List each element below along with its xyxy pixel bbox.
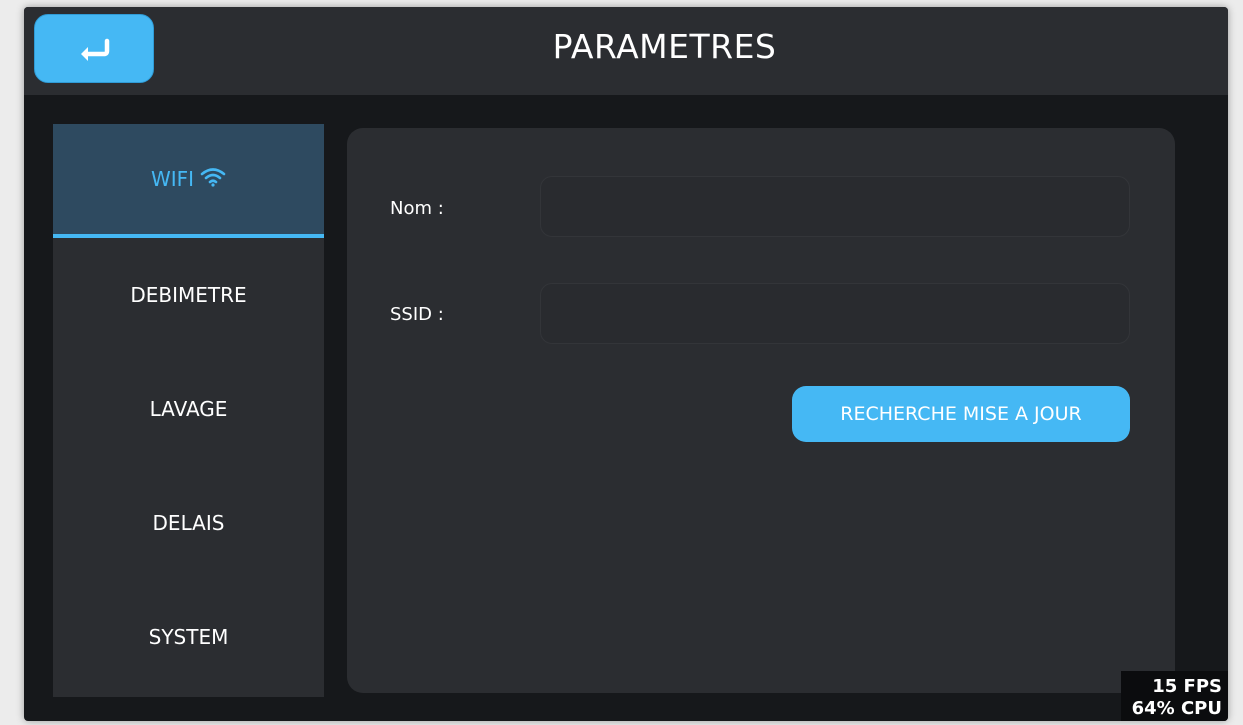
wifi-settings-panel: Nom : SSID : RECHERCHE MISE A JOUR <box>347 128 1175 693</box>
cpu-usage: 64% CPU <box>1131 698 1222 719</box>
sidebar-item-delais[interactable]: DELAIS <box>53 466 324 580</box>
check-update-button[interactable]: RECHERCHE MISE A JOUR <box>792 386 1130 442</box>
sidebar-item-debimetre[interactable]: DEBIMETRE <box>53 238 324 352</box>
sidebar-item-lavage[interactable]: LAVAGE <box>53 352 324 466</box>
sidebar-item-label: WIFI <box>150 167 195 191</box>
header-bar: PARAMETRES <box>24 7 1228 95</box>
page-title: PARAMETRES <box>552 27 777 66</box>
sidebar-item-label: LAVAGE <box>149 397 228 421</box>
fps-counter: 15 FPS <box>1152 676 1222 697</box>
performance-overlay: 15 FPS 64% CPU <box>1121 671 1228 721</box>
sidebar-item-wifi[interactable]: WIFI <box>53 124 324 238</box>
settings-sidebar: WIFI DEBIMETRE LAVAGE DELAIS SYSTEM <box>53 124 324 697</box>
app-screen: PARAMETRES WIFI DEBIMETRE LAVAGE DELAIS … <box>24 7 1228 721</box>
sidebar-item-label: SYSTEM <box>148 625 229 649</box>
sidebar-item-label: DEBIMETRE <box>130 283 247 307</box>
ssid-input[interactable] <box>540 283 1130 344</box>
name-label: Nom : <box>390 198 444 219</box>
wifi-icon <box>200 167 226 192</box>
name-input[interactable] <box>540 176 1130 237</box>
sidebar-item-label: DELAIS <box>152 511 225 535</box>
sidebar-item-system[interactable]: SYSTEM <box>53 580 324 694</box>
ssid-label: SSID : <box>390 304 444 325</box>
